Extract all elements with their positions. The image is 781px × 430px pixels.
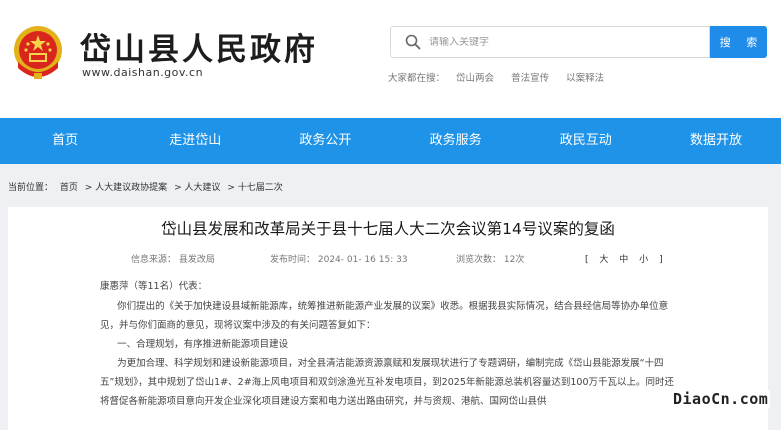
- article: 岱山县发展和改革局关于县十七届人大二次会议第14号议案的复函 信息来源： 县发改…: [8, 207, 768, 430]
- nav-item-gov-service[interactable]: 政务服务: [391, 118, 521, 164]
- article-paragraph: 你们提出的《关于加快建设县域新能源库，统筹推进新能源产业发展的议案》收悉。根据我…: [100, 301, 669, 331]
- nav-item-about[interactable]: 走进岱山: [130, 118, 260, 164]
- breadcrumb: 当前位置： 首页 > 人大建议政协提案 > 人大建议 > 十七届二次: [8, 180, 287, 193]
- article-salutation: 康惠萍（等11名）代表：: [100, 281, 208, 292]
- hot-link-yianshifa[interactable]: 以案释法: [566, 73, 604, 84]
- nav-item-interaction[interactable]: 政民互动: [521, 118, 651, 164]
- article-section-heading: 一、合理规划，有序推进新能源项目建设: [117, 339, 289, 350]
- hot-search-label: 大家都在搜：: [388, 73, 446, 84]
- search-button[interactable]: 搜 索: [710, 26, 767, 58]
- article-title: 岱山县发展和改革局关于县十七届人大二次会议第14号议案的复函: [161, 220, 615, 238]
- nav-item-open-data[interactable]: 数据开放: [651, 118, 781, 164]
- breadcrumb-home[interactable]: 首页: [60, 183, 78, 193]
- breadcrumb-proposals[interactable]: > 人大建议政协提案: [85, 183, 167, 193]
- breadcrumb-session[interactable]: > 十七届二次: [227, 183, 282, 193]
- search-icon: [405, 34, 421, 50]
- font-size-bracket-open: [: [585, 255, 592, 265]
- header: 岱山县人民政府 www.daishan.gov.cn 搜 索 大家都在搜： 岱山…: [0, 0, 781, 118]
- search-input[interactable]: [429, 36, 699, 48]
- nav-item-gov-open[interactable]: 政务公开: [260, 118, 390, 164]
- national-emblem-icon: [14, 26, 62, 79]
- font-size-large[interactable]: 大: [599, 255, 611, 265]
- search-box[interactable]: [390, 26, 710, 58]
- article-publish-time: 发布时间： 2024- 01- 16 15: 33: [270, 255, 408, 265]
- page: 岱山县人民政府 www.daishan.gov.cn 搜 索 大家都在搜： 岱山…: [0, 0, 781, 430]
- site-title: 岱山县人民政府: [80, 32, 318, 68]
- watermark: DiaoCn.com: [671, 390, 771, 408]
- breadcrumb-suggestions[interactable]: > 人大建议: [174, 183, 220, 193]
- article-body: 康惠萍（等11名）代表： 你们提出的《关于加快建设县域新能源库，统筹推进新能源产…: [100, 277, 680, 411]
- hot-search: 大家都在搜： 岱山两会 普法宣传 以案释法: [388, 70, 618, 84]
- font-size-small[interactable]: 小: [639, 255, 651, 265]
- article-views: 浏览次数： 12次: [456, 255, 525, 265]
- main-nav: 首页 走进岱山 政务公开 政务服务 政民互动 数据开放: [0, 118, 781, 164]
- article-paragraph: 为更加合理、科学规划和建设新能源项目，对全县清洁能源资源禀赋和发展现状进行了专题…: [100, 358, 674, 407]
- nav-item-home[interactable]: 首页: [0, 118, 130, 164]
- hot-link-lianghui[interactable]: 岱山两会: [456, 73, 494, 84]
- site-url: www.daishan.gov.cn: [82, 66, 204, 79]
- breadcrumb-label: 当前位置：: [8, 183, 54, 193]
- hot-link-pufa[interactable]: 普法宣传: [511, 73, 549, 84]
- font-size-switcher: [ 大 中 小 ]: [584, 252, 667, 265]
- font-size-bracket-close: ]: [659, 255, 666, 265]
- font-size-medium[interactable]: 中: [619, 255, 631, 265]
- article-source: 信息来源： 县发改局: [131, 255, 215, 265]
